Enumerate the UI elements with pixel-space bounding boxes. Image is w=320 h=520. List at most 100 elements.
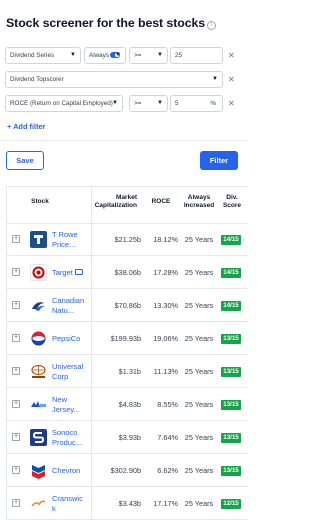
- header-line: Capitalization: [94, 202, 137, 209]
- remove-filter-icon[interactable]: ✕: [228, 47, 235, 64]
- save-button[interactable]: Save: [6, 151, 44, 170]
- divider: [0, 140, 248, 141]
- div-score-badge: 13/15: [221, 433, 241, 443]
- header-roce[interactable]: ROCE: [145, 198, 177, 206]
- table-row[interactable]: + Universal Corp $1.31b 11.13% 25 Years 1…: [7, 356, 248, 388]
- results-table: Stock Market Capitalization ROCE Always …: [6, 186, 248, 520]
- stock-name-line: Corp: [52, 372, 69, 381]
- target-logo: [30, 264, 47, 281]
- table-row[interactable]: + Cranswic k $3.43b 17.17% 25 Years 12/15: [7, 488, 248, 520]
- expand-icon[interactable]: +: [12, 334, 20, 342]
- market-cap-cell: $3.43b: [118, 499, 141, 508]
- filter-row-dividend-series: Dividend Series ▼ Always ▼ >= ▼ 25 ✕: [5, 47, 248, 64]
- div-score-badge: 12/15: [221, 499, 241, 509]
- stock-name-link[interactable]: Chevron: [52, 455, 92, 487]
- stock-name-line: Natu...: [52, 306, 75, 315]
- filter-field-select[interactable]: Dividend Topscorer ▼: [5, 71, 223, 88]
- market-cap-cell: $4.83b: [118, 400, 141, 409]
- expand-icon[interactable]: +: [12, 235, 20, 243]
- roce-cell: 7.64%: [157, 433, 178, 442]
- market-cap-cell: $21.25b: [114, 235, 141, 244]
- always-increased-cell: 25 Years: [184, 400, 214, 409]
- header-div-score[interactable]: Div. Score: [220, 194, 244, 210]
- filter-value-input[interactable]: 5%: [170, 95, 223, 112]
- info-icon[interactable]: i: [207, 21, 217, 30]
- chevron-down-icon: ▼: [212, 76, 218, 82]
- filter-operator-select[interactable]: >= ▼: [129, 95, 168, 112]
- header-line: Score: [222, 202, 242, 209]
- roce-cell: 19.06%: [153, 334, 178, 343]
- expand-icon[interactable]: +: [12, 268, 20, 276]
- header-always-increased[interactable]: Always Increased: [179, 194, 219, 210]
- expand-icon[interactable]: +: [12, 433, 20, 441]
- chevron-logo: [30, 462, 47, 479]
- stock-name-line: Chevron: [52, 466, 81, 475]
- market-cap-cell: $38.06b: [114, 268, 141, 277]
- roce-cell: 6.62%: [157, 466, 178, 475]
- new-jersey-logo: [30, 396, 47, 413]
- filter-row-dividend-topscorer: Dividend Topscorer ▼ ✕: [5, 71, 248, 88]
- filter-mode-select[interactable]: Always ▼: [84, 47, 126, 64]
- roce-cell: 18.12%: [153, 235, 178, 244]
- table-row[interactable]: + Sonoco Produc... $3.93b 7.64% 25 Years …: [7, 422, 248, 454]
- table-row[interactable]: + Canadian Natu... $70.86b 13.30% 25 Year…: [7, 290, 248, 322]
- remove-filter-icon[interactable]: ✕: [228, 95, 235, 112]
- roce-cell: 13.30%: [153, 301, 178, 310]
- div-score-badge: 14/15: [221, 235, 241, 245]
- stock-name-link[interactable]: Canadian Natu...: [52, 290, 92, 322]
- stock-name-link[interactable]: Universal Corp: [52, 356, 92, 388]
- header-line: Always: [187, 194, 211, 201]
- expand-icon[interactable]: +: [12, 367, 20, 375]
- filter-field-select[interactable]: Dividend Series ▼: [5, 47, 81, 64]
- stock-name-link[interactable]: T Rowe Price...: [52, 224, 92, 256]
- filter-operator-select[interactable]: >= ▼: [129, 47, 168, 64]
- add-filter-link[interactable]: + Add filter: [7, 122, 46, 131]
- stock-name-line: Cranswic: [52, 494, 83, 503]
- table-row[interactable]: + New Jersey... $4.83b 8.55% 25 Years 13/…: [7, 389, 248, 421]
- header-stock[interactable]: Stock: [25, 198, 55, 206]
- always-increased-cell: 25 Years: [184, 466, 214, 475]
- stock-name-link[interactable]: Sonoco Produc...: [52, 422, 92, 454]
- market-cap-cell: $1.31b: [118, 367, 141, 376]
- filter-button[interactable]: Filter: [200, 151, 238, 170]
- roce-cell: 17.28%: [153, 268, 178, 277]
- header-market-cap[interactable]: Market Capitalization: [91, 194, 141, 210]
- expand-icon[interactable]: +: [12, 499, 20, 507]
- stock-name-link[interactable]: New Jersey...: [52, 389, 92, 421]
- expand-icon[interactable]: +: [12, 466, 20, 474]
- stock-name-line: Universal: [52, 362, 84, 371]
- table-row[interactable]: + PepsiCo $199.93b 19.06% 25 Years 13/15: [7, 323, 248, 355]
- table-row[interactable]: + Target $38.06b 17.28% 25 Years 14/15: [7, 257, 248, 289]
- stock-name-line: New: [52, 395, 68, 404]
- pepsico-logo: [30, 330, 47, 347]
- market-cap-cell: $3.93b: [118, 433, 141, 442]
- stock-name-link[interactable]: Cranswic k: [52, 488, 92, 520]
- stock-name-line: Jersey...: [52, 405, 80, 414]
- canadian-natural-logo: [30, 297, 47, 314]
- filter-field-select[interactable]: ROCE (Return on Capital Employed) ▼: [5, 95, 123, 112]
- div-score-badge: 13/15: [221, 466, 241, 476]
- expand-icon[interactable]: +: [12, 301, 20, 309]
- cranswick-logo: [30, 495, 47, 512]
- table-row[interactable]: + Chevron $302.90b 6.62% 25 Years 13/15: [7, 455, 248, 487]
- expand-icon[interactable]: +: [12, 400, 20, 408]
- header-line: Div.: [226, 194, 238, 201]
- stock-name-line: Price...: [52, 240, 76, 249]
- stock-name-link[interactable]: PepsiCo: [52, 323, 92, 355]
- chevron-down-icon: ▼: [157, 100, 163, 106]
- div-score-badge: 13/15: [221, 334, 241, 344]
- always-increased-cell: 25 Years: [184, 301, 214, 310]
- table-header: Stock Market Capitalization ROCE Always …: [7, 187, 248, 224]
- stock-name-link[interactable]: Target: [52, 257, 92, 289]
- stock-name-line: T Rowe: [52, 230, 78, 239]
- remove-filter-icon[interactable]: ✕: [228, 71, 235, 88]
- table-row[interactable]: + T Rowe Price... $21.25b 18.12% 25 Years…: [7, 224, 248, 256]
- stock-name-line: Produc...: [52, 438, 83, 447]
- always-increased-cell: 25 Years: [184, 499, 214, 508]
- filter-value-input[interactable]: 25: [170, 47, 223, 64]
- always-increased-cell: 25 Years: [184, 367, 214, 376]
- header-line: Increased: [183, 202, 215, 209]
- div-score-badge: 14/15: [221, 301, 241, 311]
- page-title: Stock screener for the best stocks i: [6, 16, 217, 30]
- t-rowe-logo: [30, 231, 47, 248]
